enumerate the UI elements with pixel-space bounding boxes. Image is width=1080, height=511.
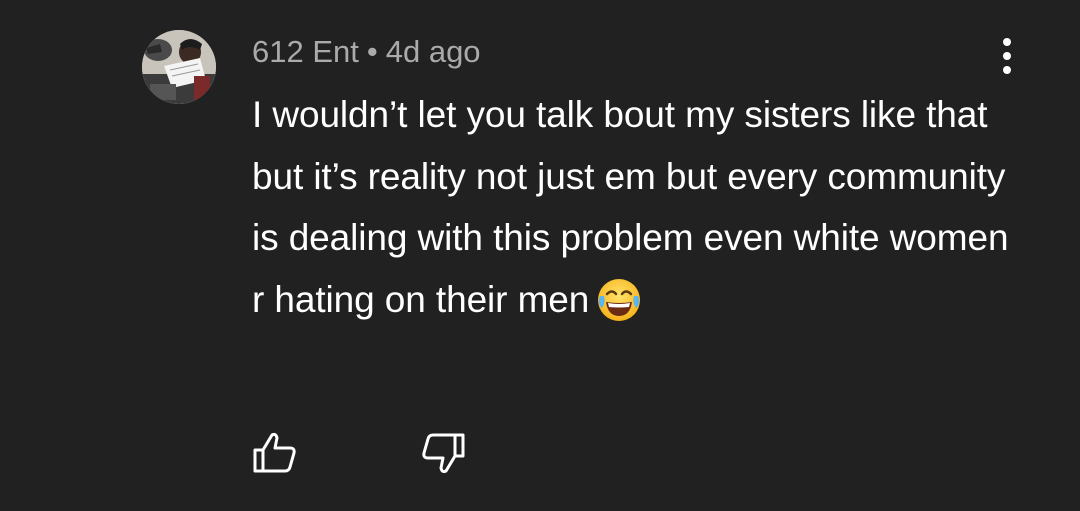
- thumbs-up-icon: [253, 432, 296, 473]
- face-with-tears-of-joy-emoji: [597, 278, 641, 341]
- comment-timestamp[interactable]: 4d ago: [386, 34, 481, 69]
- dislike-button[interactable]: [420, 432, 466, 474]
- author-name[interactable]: 612 Ent: [252, 34, 359, 69]
- comment-body: I wouldn’t let you talk bout my sisters …: [252, 84, 1012, 340]
- avatar[interactable]: [142, 30, 216, 104]
- like-button[interactable]: [252, 432, 298, 474]
- header-separator: •: [366, 34, 378, 69]
- comment-header: 612 Ent • 4d ago: [252, 32, 481, 72]
- more-vertical-icon[interactable]: [992, 36, 1022, 76]
- comment-item: 612 Ent • 4d ago I wouldn’t let you talk b…: [0, 0, 1080, 511]
- avatar-image: [142, 30, 216, 104]
- thumbs-down-icon: [422, 433, 465, 474]
